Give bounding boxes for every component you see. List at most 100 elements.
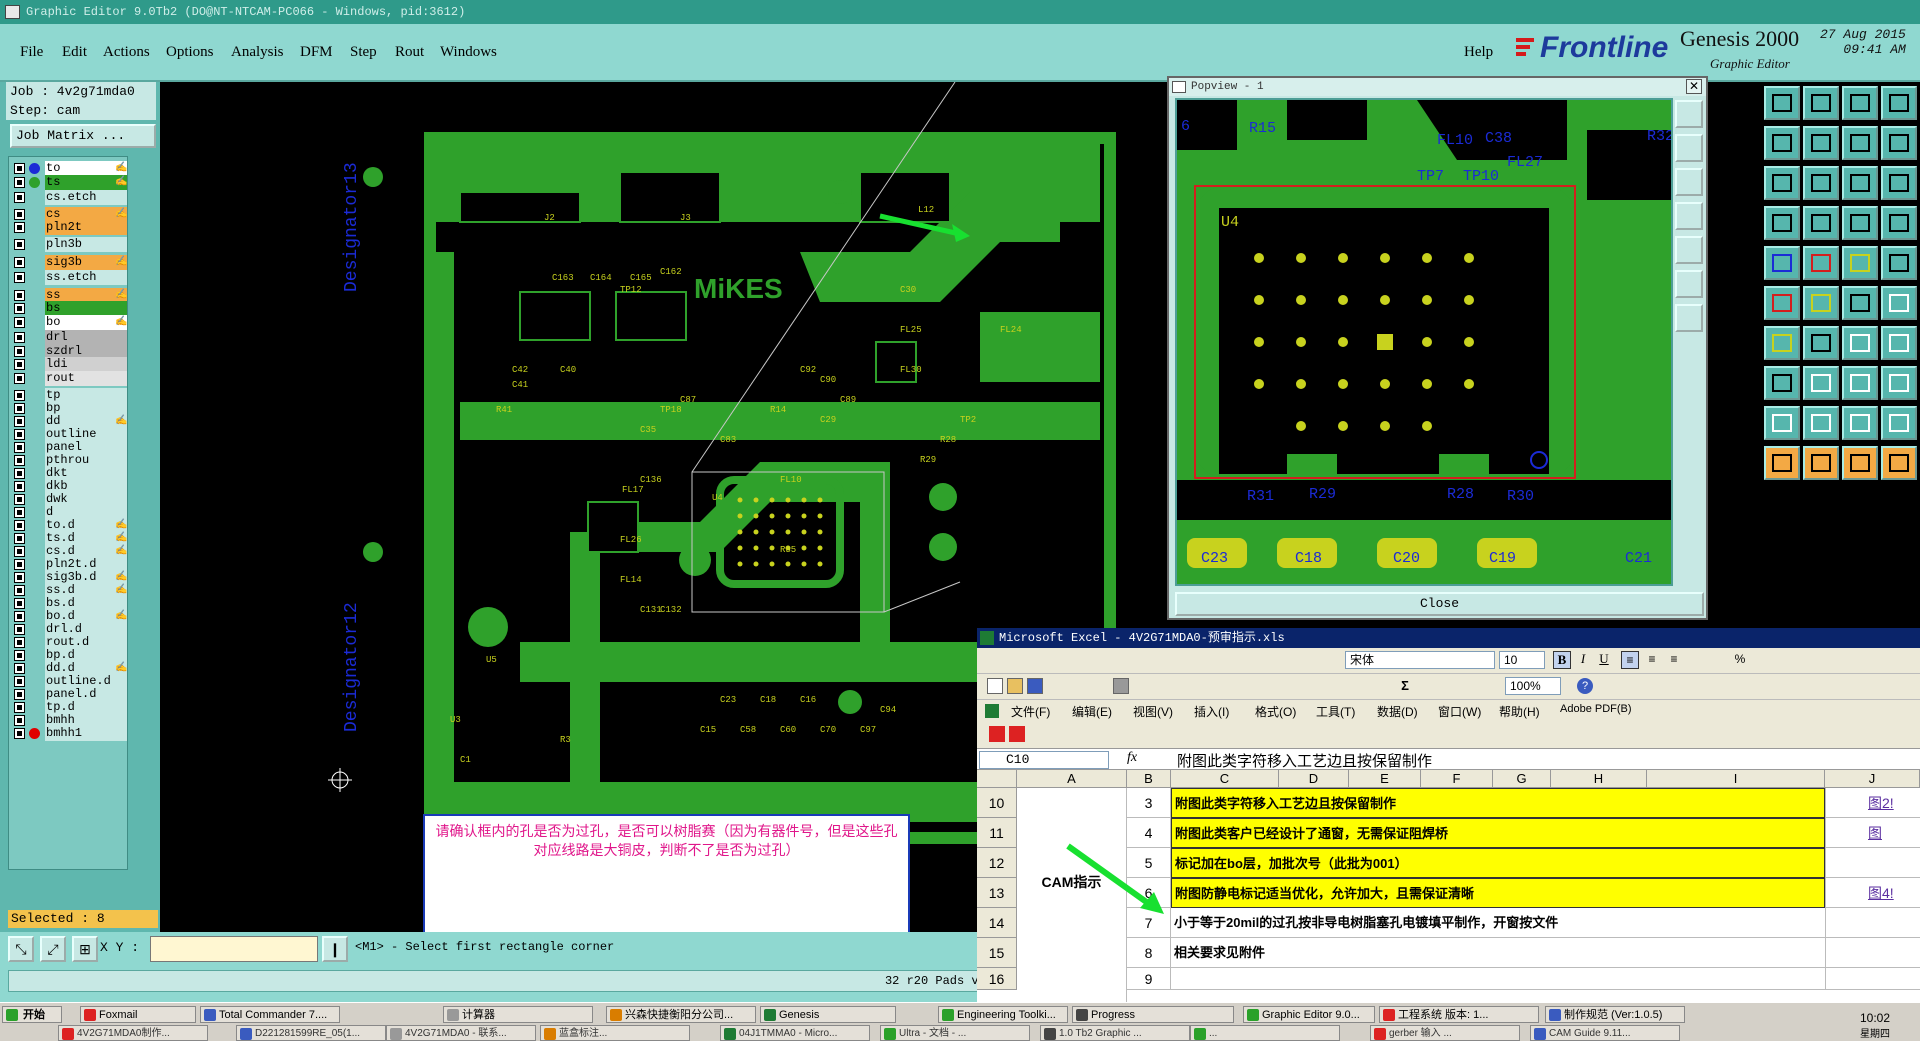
layer-checkbox[interactable] — [14, 728, 25, 739]
layer-checkbox[interactable] — [14, 481, 25, 492]
layer-checkbox[interactable] — [14, 192, 25, 203]
palette-tool-button[interactable] — [1764, 366, 1800, 400]
help-icon[interactable]: ? — [1577, 678, 1593, 694]
excel-doc-icon[interactable] — [985, 704, 999, 718]
popview-tool-4[interactable] — [1675, 202, 1703, 230]
row-header[interactable]: 12 — [977, 848, 1017, 878]
layer-checkbox[interactable] — [14, 209, 25, 220]
layer-checkbox[interactable] — [14, 494, 25, 505]
bold-button[interactable]: B — [1553, 651, 1571, 669]
taskbar-button[interactable]: CAM Guide 9.11... — [1530, 1025, 1680, 1041]
palette-tool-button[interactable] — [1842, 286, 1878, 320]
layer-checkbox[interactable] — [14, 559, 25, 570]
layer-checkbox[interactable] — [14, 533, 25, 544]
palette-tool-button[interactable] — [1803, 326, 1839, 360]
excel-menu-help[interactable]: 帮助(H) — [1499, 703, 1540, 720]
popview-tool-3[interactable] — [1675, 168, 1703, 196]
palette-tool-button[interactable] — [1881, 366, 1917, 400]
layer-row[interactable]: pln3b — [9, 237, 129, 252]
layer-checkbox[interactable] — [14, 239, 25, 250]
layer-row[interactable]: pln2t — [9, 220, 129, 235]
col-header-b[interactable]: B — [1127, 770, 1171, 788]
row-header[interactable]: 10 — [977, 788, 1017, 818]
layer-checkbox[interactable] — [14, 346, 25, 357]
palette-tool-button[interactable] — [1764, 286, 1800, 320]
cell-link[interactable]: 图 — [1825, 818, 1920, 848]
layer-row[interactable]: rout — [9, 371, 129, 386]
popview-tool-5[interactable] — [1675, 236, 1703, 264]
menu-file[interactable]: File — [18, 41, 45, 63]
menu-edit[interactable]: Edit — [60, 41, 89, 63]
palette-tool-button[interactable] — [1764, 326, 1800, 360]
percent-button[interactable]: % — [1731, 651, 1749, 669]
menu-help[interactable]: Help — [1462, 41, 1495, 63]
palette-tool-button[interactable] — [1803, 366, 1839, 400]
layer-checkbox[interactable] — [14, 663, 25, 674]
zoom-select[interactable]: 100% — [1505, 677, 1561, 695]
palette-tool-button[interactable] — [1881, 86, 1917, 120]
cell-instruction[interactable]: 标记加在bo层，加批次号（此批为001） — [1171, 848, 1825, 878]
palette-tool-button[interactable] — [1764, 166, 1800, 200]
excel-menu-tools[interactable]: 工具(T) — [1316, 703, 1355, 720]
layer-checkbox[interactable] — [14, 177, 25, 188]
layer-checkbox[interactable] — [14, 650, 25, 661]
palette-tool-button[interactable] — [1842, 86, 1878, 120]
palette-tool-button[interactable] — [1842, 206, 1878, 240]
cell-link[interactable]: 图4! — [1825, 878, 1920, 908]
layer-checkbox[interactable] — [14, 598, 25, 609]
layer-row[interactable]: bmhh1 — [9, 726, 129, 741]
menu-step[interactable]: Step — [348, 41, 379, 63]
layer-row[interactable]: bo ✍ — [9, 315, 129, 330]
layer-checkbox[interactable] — [14, 359, 25, 370]
taskbar-button[interactable]: 计算器 — [443, 1006, 593, 1023]
menu-windows[interactable]: Windows — [438, 41, 499, 63]
layer-row[interactable]: drl — [9, 330, 129, 345]
excel-menu-insert[interactable]: 插入(I) — [1194, 703, 1229, 720]
col-header-g[interactable]: G — [1493, 770, 1551, 788]
row-header[interactable]: 15 — [977, 938, 1017, 968]
layer-row[interactable]: ss.etch — [9, 270, 129, 285]
save-icon[interactable] — [1027, 678, 1043, 694]
layer-checkbox[interactable] — [14, 163, 25, 174]
menu-actions[interactable]: Actions — [101, 41, 152, 63]
layer-checkbox[interactable] — [14, 507, 25, 518]
layer-row[interactable]: ldi — [9, 357, 129, 372]
cell-link[interactable]: 图2! — [1825, 788, 1920, 818]
palette-tool-button[interactable] — [1842, 366, 1878, 400]
palette-tool-button[interactable] — [1803, 406, 1839, 440]
taskbar-button[interactable]: 兴森快捷衡阳分公司... — [606, 1006, 756, 1023]
cell-link[interactable] — [1825, 848, 1920, 878]
popview-tool-2[interactable] — [1675, 134, 1703, 162]
layer-checkbox[interactable] — [14, 373, 25, 384]
font-name-select[interactable]: 宋体 — [1345, 651, 1495, 669]
col-header-i[interactable]: I — [1647, 770, 1825, 788]
palette-tool-button[interactable] — [1803, 126, 1839, 160]
cell-link[interactable] — [1825, 968, 1920, 990]
italic-button[interactable]: I — [1574, 651, 1592, 669]
layer-checkbox[interactable] — [14, 429, 25, 440]
taskbar-button[interactable]: D221281599RE_05(1... — [236, 1025, 386, 1041]
layer-row[interactable]: bs — [9, 301, 129, 316]
palette-tool-button[interactable] — [1764, 206, 1800, 240]
popview-tool-6[interactable] — [1675, 270, 1703, 298]
palette-tool-button[interactable] — [1842, 166, 1878, 200]
layer-name[interactable]: ldi — [45, 357, 127, 372]
xy-input[interactable] — [150, 936, 318, 962]
palette-tool-button[interactable] — [1881, 166, 1917, 200]
align-left-button[interactable]: ≡ — [1621, 651, 1639, 669]
popview-window[interactable]: Popview - 1 ✕ 6 R15 FL10 C38 R3 TP7 TP10… — [1167, 76, 1708, 620]
window-title-bar[interactable]: Graphic Editor 9.0Tb2 (DO@NT-NTCAM-PC066… — [0, 0, 1920, 24]
app-icon[interactable] — [5, 5, 20, 19]
layer-checkbox[interactable] — [14, 442, 25, 453]
palette-tool-button[interactable] — [1842, 446, 1878, 480]
pdf-email-icon[interactable] — [1009, 726, 1025, 742]
layer-checkbox[interactable] — [14, 546, 25, 557]
palette-tool-button[interactable] — [1803, 166, 1839, 200]
layer-checkbox[interactable] — [14, 403, 25, 414]
cell-instruction[interactable]: 附图此类字符移入工艺边且按保留制作 — [1171, 788, 1825, 818]
col-header-f[interactable]: F — [1421, 770, 1493, 788]
palette-tool-button[interactable] — [1881, 286, 1917, 320]
underline-button[interactable]: U — [1595, 651, 1613, 669]
layer-checkbox[interactable] — [14, 637, 25, 648]
layer-checkbox[interactable] — [14, 416, 25, 427]
